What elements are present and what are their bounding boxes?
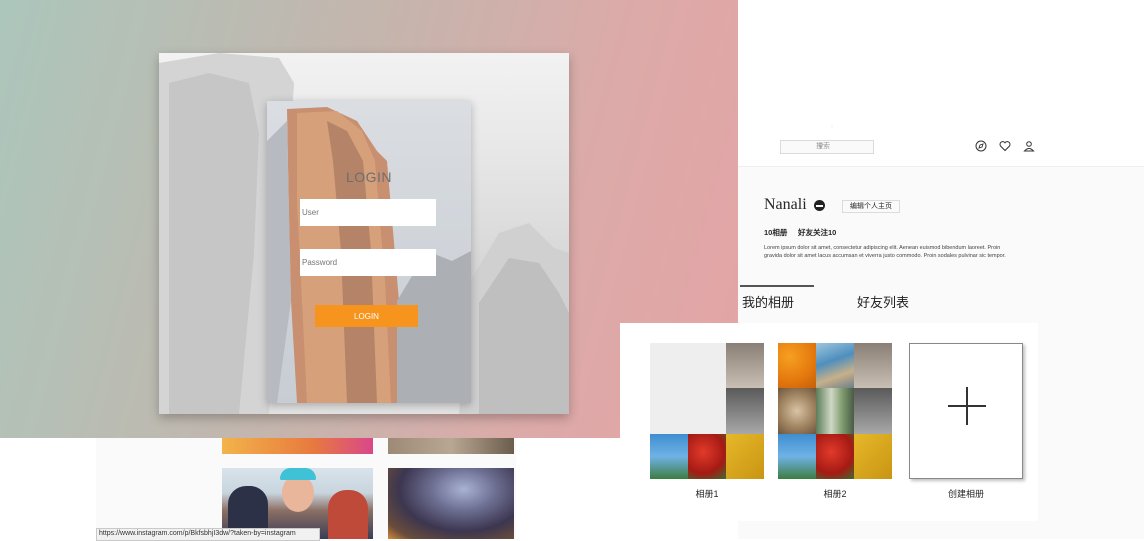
username-input[interactable] [300, 199, 436, 226]
feed-photo-storm[interactable] [388, 468, 514, 539]
tab-friend-list[interactable]: 好友列表 [857, 292, 909, 311]
verified-badge-icon [814, 200, 825, 211]
album-cover-2[interactable] [778, 343, 892, 479]
user-icon[interactable] [1023, 140, 1035, 152]
login-card: LOGIN LOGIN [159, 53, 569, 414]
stat-following[interactable]: 好友关注10 [798, 227, 836, 238]
feed-photo-gradient[interactable] [222, 438, 373, 454]
compass-icon[interactable] [975, 140, 987, 152]
profile-bio: Lorem ipsum dolor sit amet, consectetur … [764, 245, 1006, 259]
login-button[interactable]: LOGIN [315, 305, 418, 327]
album-label-2[interactable]: 相册2 [778, 487, 892, 500]
tab-my-albums[interactable]: 我的相册 [742, 292, 794, 311]
albums-grid: 相册1 相册2 创建相册 [620, 323, 1038, 521]
profile-page: · ⚲ 搜索 Nanali 编辑个人主页 10相册 好友关注10 Lorem i… [620, 0, 1144, 539]
browser-status-url: https://www.instagram.com/p/BkfsbhjI3dw/… [96, 528, 320, 541]
password-input[interactable] [300, 249, 436, 276]
active-tab-indicator [740, 285, 814, 287]
login-title: LOGIN [345, 169, 393, 185]
create-album-label[interactable]: 创建相册 [909, 487, 1023, 500]
search-input[interactable]: ⚲ 搜索 [780, 140, 874, 154]
profile-header: · ⚲ 搜索 [738, 0, 1144, 167]
search-icon: ⚲ [818, 143, 824, 150]
profile-username: Nanali [764, 196, 807, 213]
album-cover-1[interactable] [650, 343, 764, 479]
album-label-1[interactable]: 相册1 [650, 487, 764, 500]
create-album-button[interactable] [909, 343, 1023, 479]
background-feed [96, 438, 516, 539]
heart-icon[interactable] [999, 140, 1011, 152]
stat-albums[interactable]: 10相册 [764, 227, 787, 238]
edit-profile-button[interactable]: 编辑个人主页 [842, 200, 900, 213]
login-panel: LOGIN LOGIN [267, 101, 471, 403]
feed-photo-brown[interactable] [388, 438, 514, 454]
